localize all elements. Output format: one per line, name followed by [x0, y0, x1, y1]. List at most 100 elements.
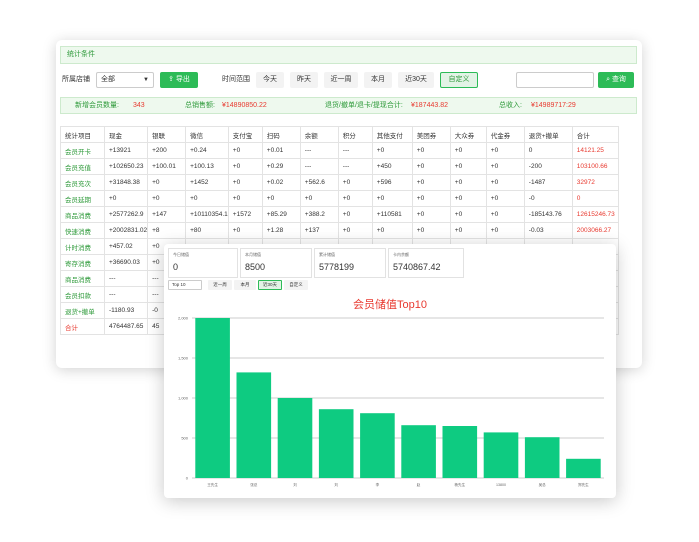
- card-label: 卡内余额: [393, 252, 409, 257]
- table-cell: +0: [147, 174, 187, 191]
- search-input[interactable]: [516, 72, 594, 88]
- table-cell: +0.02: [261, 174, 301, 191]
- table-cell: +0: [485, 142, 525, 159]
- bar: [483, 432, 519, 478]
- search-button[interactable]: ⌕ 查询: [598, 72, 634, 88]
- table-row: 会员充值 +102650.23 +100.01 +100.13 +0 +0.29 --- --…: [60, 158, 619, 175]
- row-label: 会员延期: [60, 190, 105, 207]
- time-range-label: 时间范围: [222, 76, 250, 83]
- store-select[interactable]: 全部 ▼: [96, 72, 154, 88]
- table-cell: +0: [485, 206, 525, 223]
- table-cell: +10110354.1: [185, 206, 229, 223]
- time-custom-button[interactable]: 自定义: [440, 72, 478, 88]
- row-label: 商品消费: [60, 270, 105, 287]
- today-stored-card: 今日储值 0: [168, 248, 238, 278]
- table-cell: +0: [449, 222, 487, 239]
- export-button[interactable]: ⇪ 导出: [160, 72, 198, 88]
- row-label: 合计: [60, 318, 105, 335]
- new-members-label: 新增会员数量:: [75, 102, 119, 109]
- top-n-select[interactable]: Top 10: [168, 280, 202, 290]
- store-label: 所属店铺: [62, 76, 90, 83]
- card-value: 0: [173, 262, 179, 272]
- table-cell: +0: [449, 142, 487, 159]
- table-row: 会员充次 +31848.38 +0 +1452 +0 +0.02 +562.6 +0 +596 +…: [60, 174, 619, 191]
- row-label: 寄存消费: [60, 254, 105, 271]
- total-sales-value: ¥14890850.22: [222, 102, 267, 109]
- new-members-value: 343: [133, 102, 145, 109]
- column-header: 现金: [103, 126, 149, 143]
- chart-custom-button[interactable]: 自定义: [284, 280, 308, 290]
- table-row: 快速消费 +2002831.02 +8 +80 +0 +1.28 +137 +0 +0 +0 +0 +…: [60, 222, 619, 239]
- x-tick-label: 赵: [417, 482, 421, 487]
- refund-value: ¥187443.82: [411, 102, 448, 109]
- table-cell: ---: [299, 142, 339, 159]
- bar: [318, 409, 354, 478]
- card-label: 本月储值: [245, 252, 261, 257]
- income-label: 总收入:: [499, 102, 522, 109]
- column-header: 积分: [337, 126, 373, 143]
- table-cell: 32972: [571, 174, 619, 191]
- table-cell: +0: [371, 190, 413, 207]
- table-cell: -1487: [523, 174, 573, 191]
- time-today-button[interactable]: 今天: [256, 72, 284, 88]
- table-cell: +13921: [103, 142, 149, 159]
- table-cell: 0: [571, 190, 619, 207]
- chevron-down-icon: ▼: [143, 77, 149, 83]
- time-month-button[interactable]: 本月: [364, 72, 392, 88]
- card-value: 8500: [245, 262, 266, 272]
- table-cell: +1572: [227, 206, 263, 223]
- table-cell: +0: [411, 142, 451, 159]
- table-cell: +0: [411, 206, 451, 223]
- table-cell: +0: [371, 222, 413, 239]
- table-cell: +31848.38: [103, 174, 149, 191]
- time-30days-button[interactable]: 近30天: [398, 72, 434, 88]
- bar: [277, 398, 313, 478]
- table-cell: +102650.23: [103, 158, 149, 175]
- table-cell: -0.03: [523, 222, 573, 239]
- x-tick-label: 郑先生: [578, 482, 589, 487]
- chart-30days-button[interactable]: 近30天: [258, 280, 282, 290]
- total-stored-card: 累计储值 5778199: [314, 248, 386, 278]
- export-label: 导出: [175, 76, 190, 83]
- table-cell: -0: [523, 190, 573, 207]
- table-row: 会员延期 +0 +0 +0 +0 +0 +0 +0 +0 +0 +0 +0 -0 0: [60, 190, 619, 207]
- table-cell: -200: [523, 158, 573, 175]
- table-cell: ---: [337, 142, 373, 159]
- x-tick-label: 王先生: [207, 482, 218, 487]
- column-header: 美团券: [411, 126, 451, 143]
- table-cell: +0: [485, 222, 525, 239]
- table-cell: +0: [411, 190, 451, 207]
- column-header: 支付宝: [227, 126, 263, 143]
- table-cell: +0: [227, 158, 263, 175]
- table-cell: +0: [337, 174, 373, 191]
- total-sales-label: 总销售额:: [185, 102, 215, 109]
- table-cell: +1452: [185, 174, 229, 191]
- y-tick-label: 1,000: [178, 396, 189, 401]
- table-cell: +0: [337, 222, 373, 239]
- chart-month-button[interactable]: 本月: [234, 280, 256, 290]
- table-cell: ---: [103, 270, 149, 287]
- y-tick-label: 500: [181, 436, 188, 441]
- table-row: 商品消费 +2577262.9 +147 +10110354.1 +1572 +85.29…: [60, 206, 619, 223]
- column-header: 统计项目: [60, 126, 105, 143]
- y-tick-label: 2,000: [178, 316, 189, 321]
- table-cell: +596: [371, 174, 413, 191]
- table-cell: ---: [337, 158, 373, 175]
- card-label: 累计储值: [319, 252, 335, 257]
- table-cell: -1180.93: [103, 302, 149, 319]
- row-label: 计时消费: [60, 238, 105, 255]
- table-cell: +0: [337, 190, 373, 207]
- bar-chart: 0 500 1,000 1,500 2,000 王先生 张总 刘 刘 李 赵 杨先生 13800 吴总 郑先…: [178, 316, 604, 487]
- table-cell: ---: [299, 158, 339, 175]
- chart-week-button[interactable]: 近一周: [208, 280, 232, 290]
- time-week-button[interactable]: 近一周: [324, 72, 358, 88]
- time-yesterday-button[interactable]: 昨天: [290, 72, 318, 88]
- column-header: 扫码: [261, 126, 301, 143]
- column-header: 大众券: [449, 126, 487, 143]
- x-tick-label: 13800: [496, 483, 506, 487]
- table-cell: 4764487.65: [103, 318, 149, 335]
- bar: [524, 437, 560, 478]
- bar: [442, 426, 478, 478]
- bar: [360, 413, 395, 478]
- y-tick-label: 1,500: [178, 356, 189, 361]
